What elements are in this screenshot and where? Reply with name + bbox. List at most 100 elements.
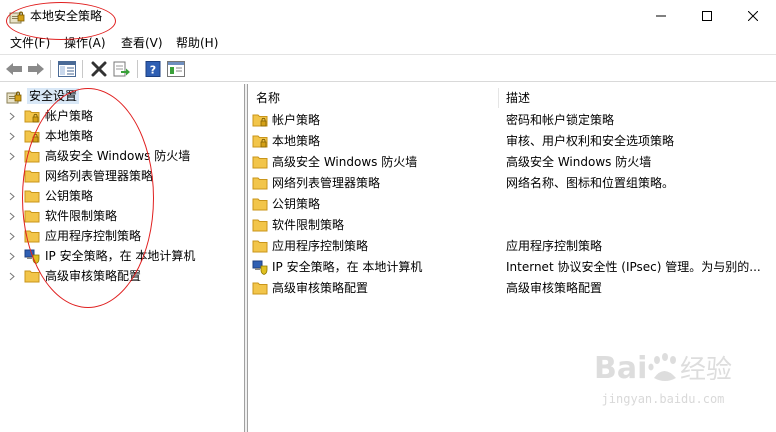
tree-item-firewall[interactable]: 高级安全 Windows 防火墙 (6, 146, 190, 166)
folder-icon (252, 177, 268, 189)
folder-icon (252, 156, 268, 168)
tree-item-label: IP 安全策略，在 本地计算机 (45, 249, 196, 263)
folder-icon (252, 282, 268, 294)
list-item-description: 密码和帐户锁定策略 (506, 113, 615, 127)
folder-icon (24, 170, 40, 183)
maximize-button[interactable] (684, 0, 730, 32)
tree-item-label: 软件限制策略 (45, 209, 118, 223)
close-button[interactable] (730, 0, 776, 32)
chevron-right-icon[interactable] (6, 130, 18, 142)
tree-root-label: 安全设置 (27, 88, 80, 104)
list-item-description: 审核、用户权利和安全选项策略 (506, 134, 675, 148)
list-item-name: 网络列表管理器策略 (272, 176, 381, 190)
menu-view[interactable]: 查看(V) (121, 35, 163, 51)
maximize-icon (702, 11, 712, 21)
list-item[interactable]: 网络列表管理器策略 网络名称、图标和位置组策略。 (252, 172, 772, 193)
list-item-name: 应用程序控制策略 (272, 239, 369, 253)
folder-icon (24, 150, 40, 163)
help-button[interactable]: ? (143, 59, 163, 79)
list-item-name: 帐户策略 (272, 113, 321, 127)
list-item-name: 软件限制策略 (272, 218, 345, 232)
tree-item-account-policies[interactable]: 帐户策略 (6, 106, 93, 126)
show-tree-button[interactable] (57, 59, 77, 79)
properties-icon (167, 61, 185, 77)
list-item[interactable]: 软件限制策略 (252, 214, 772, 235)
toolbar-separator (82, 60, 83, 78)
chevron-right-icon[interactable] (6, 250, 18, 262)
list-item[interactable]: 应用程序控制策略 应用程序控制策略 (252, 235, 772, 256)
delete-button[interactable] (89, 59, 109, 79)
column-header-description[interactable]: 描述 (506, 86, 530, 110)
help-icon: ? (145, 61, 161, 77)
chevron-right-icon[interactable] (6, 270, 18, 282)
export-list-icon (113, 61, 130, 77)
chevron-right-icon[interactable] (6, 150, 18, 162)
tree-item-label: 帐户策略 (45, 109, 94, 123)
column-header-name[interactable]: 名称 (256, 86, 280, 110)
chevron-right-icon[interactable] (6, 230, 18, 242)
tree-root-security-settings[interactable]: 安全设置 (6, 86, 80, 106)
back-button[interactable] (4, 59, 24, 79)
list-item[interactable]: 高级安全 Windows 防火墙 高级安全 Windows 防火墙 (252, 151, 772, 172)
list-item-description: Internet 协议安全性 (IPsec) 管理。为与别的... (506, 260, 761, 274)
list-item-description: 高级审核策略配置 (506, 281, 603, 295)
column-divider[interactable] (498, 88, 499, 108)
list-item-name: 高级审核策略配置 (272, 281, 369, 295)
tree-item-label: 高级安全 Windows 防火墙 (45, 149, 191, 163)
svg-text:?: ? (150, 64, 156, 77)
tree-item-label: 网络列表管理器策略 (45, 169, 154, 183)
folder-icon (252, 219, 268, 231)
folder-icon (252, 198, 268, 210)
list-item-name: 本地策略 (272, 134, 321, 148)
list-item-name: IP 安全策略，在 本地计算机 (272, 260, 423, 274)
title-bar: 本地安全策略 (0, 0, 776, 32)
details-list: 名称 描述 帐户策略 密码和帐户锁定策略 本地策略 审核、用户权利和安全选项策略… (248, 84, 776, 432)
chevron-right-icon[interactable] (6, 190, 18, 202)
delete-icon (91, 61, 107, 77)
list-item-description: 高级安全 Windows 防火墙 (506, 155, 652, 169)
menu-help[interactable]: 帮助(H) (176, 35, 218, 51)
forward-arrow-icon (28, 63, 44, 75)
list-item[interactable]: 本地策略 审核、用户权利和安全选项策略 (252, 130, 772, 151)
tree-item-advanced-audit[interactable]: 高级审核策略配置 (6, 266, 141, 286)
tree-item-network-list[interactable]: 网络列表管理器策略 (6, 166, 153, 186)
list-item-name: 高级安全 Windows 防火墙 (272, 155, 418, 169)
folder-lock-icon (252, 114, 268, 126)
close-icon (748, 11, 758, 21)
folder-icon (24, 270, 40, 283)
tree-item-software-restriction[interactable]: 软件限制策略 (6, 206, 117, 226)
chevron-right-icon[interactable] (6, 110, 18, 122)
forward-button[interactable] (26, 59, 46, 79)
folder-icon (252, 240, 268, 252)
minimize-icon (656, 15, 666, 17)
list-item[interactable]: 高级审核策略配置 高级审核策略配置 (252, 277, 772, 298)
tree-item-app-control[interactable]: 应用程序控制策略 (6, 226, 141, 246)
chevron-right-icon[interactable] (6, 210, 18, 222)
tree-item-label: 高级审核策略配置 (45, 269, 142, 283)
toolbar: ? (0, 54, 776, 82)
list-item[interactable]: 帐户策略 密码和帐户锁定策略 (252, 109, 772, 130)
console-tree: 安全设置 帐户策略 本地策略 高级安全 Windows 防火墙 网络列表管理器策… (0, 84, 245, 432)
properties-button[interactable] (166, 59, 186, 79)
menu-action[interactable]: 操作(A) (64, 35, 106, 51)
list-item-description: 应用程序控制策略 (506, 239, 603, 253)
folder-lock-icon (24, 110, 40, 123)
menu-file[interactable]: 文件(F) (10, 35, 50, 51)
security-policy-icon (9, 11, 25, 24)
list-item-description: 网络名称、图标和位置组策略。 (506, 176, 675, 190)
list-item[interactable]: 公钥策略 (252, 193, 772, 214)
ip-security-icon (24, 249, 40, 264)
toolbar-separator (137, 60, 138, 78)
ip-security-icon (252, 260, 268, 275)
folder-icon (24, 190, 40, 203)
tree-item-ip-security[interactable]: IP 安全策略，在 本地计算机 (6, 246, 195, 266)
toolbar-separator (50, 60, 51, 78)
back-arrow-icon (6, 63, 22, 75)
tree-item-public-key[interactable]: 公钥策略 (6, 186, 93, 206)
tree-item-label: 公钥策略 (45, 189, 94, 203)
tree-item-local-policies[interactable]: 本地策略 (6, 126, 93, 146)
minimize-button[interactable] (638, 0, 684, 32)
export-list-button[interactable] (112, 59, 132, 79)
tree-item-label: 本地策略 (45, 129, 94, 143)
list-item[interactable]: IP 安全策略，在 本地计算机 Internet 协议安全性 (IPsec) 管… (252, 256, 772, 277)
